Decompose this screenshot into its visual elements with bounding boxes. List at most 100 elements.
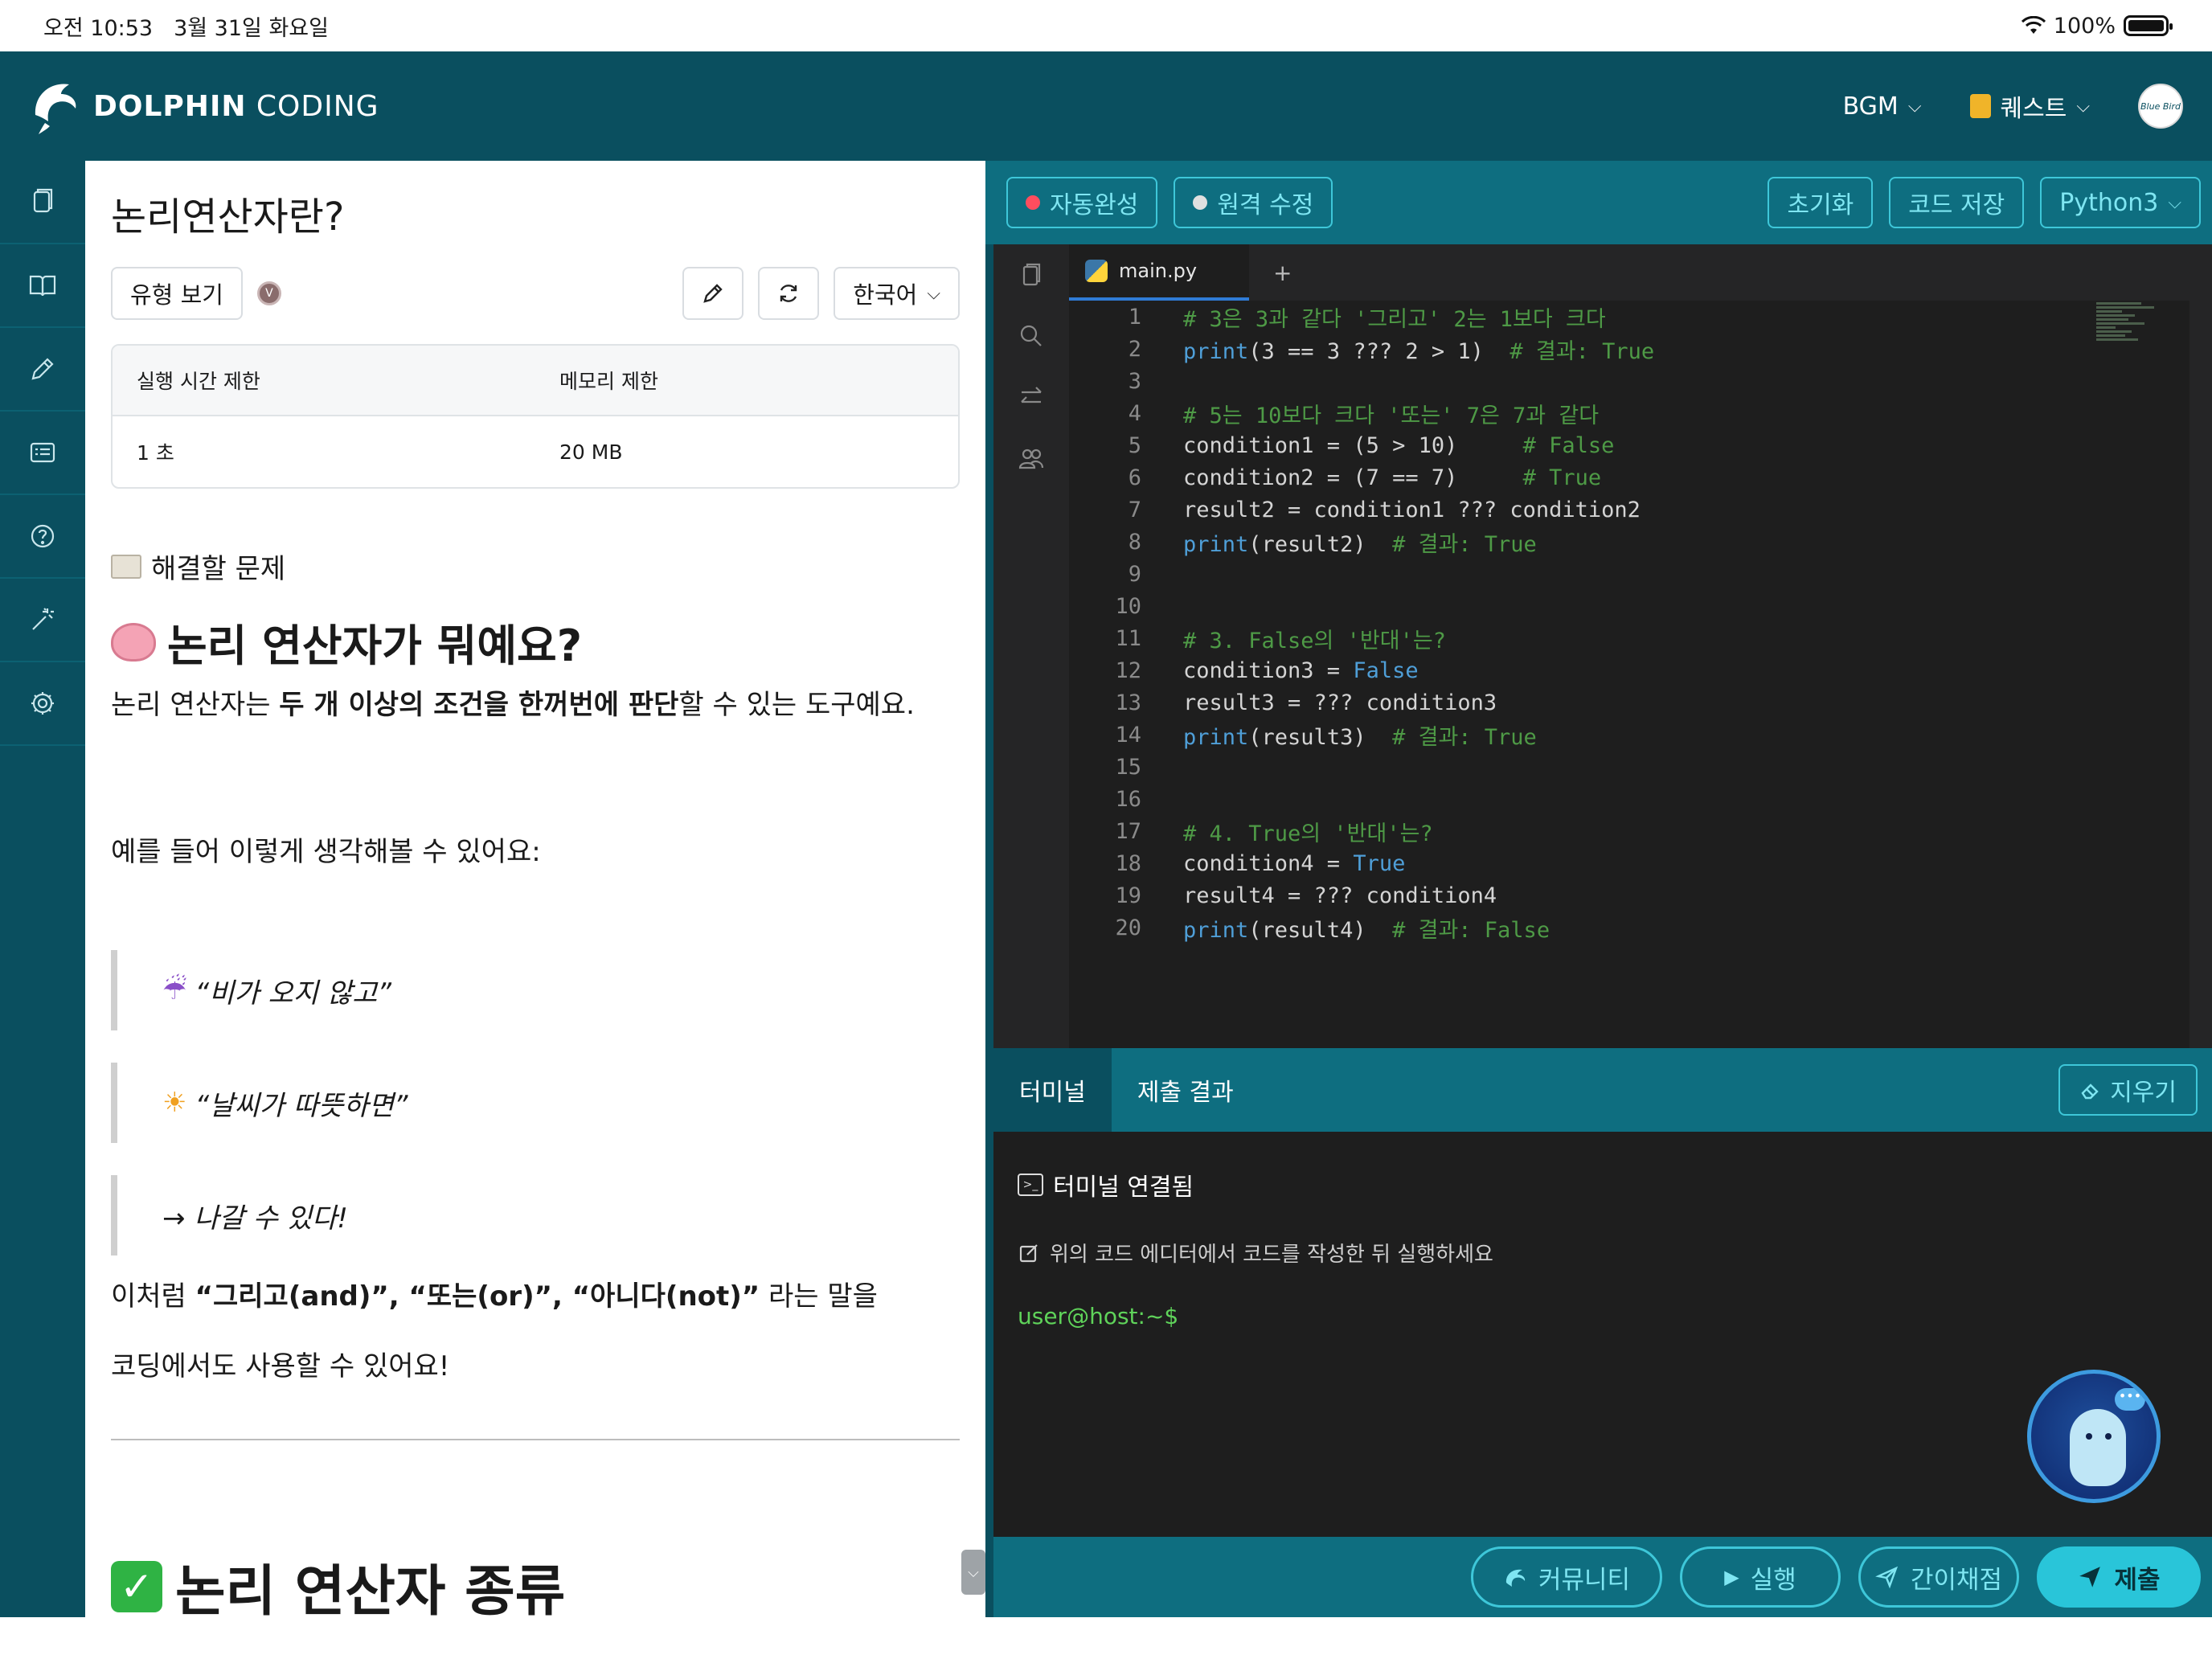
quote-rain: ☔ “비가 오지 않고” (111, 950, 960, 1030)
source-control-button[interactable] (993, 367, 1069, 428)
language-dropdown[interactable]: Python3 ⌵ (2040, 177, 2201, 228)
line-text: result2 = condition1 ??? condition2 (1183, 498, 1641, 522)
view-type-button[interactable]: 유형 보기 (111, 267, 243, 320)
reset-button[interactable]: 초기화 (1768, 177, 1874, 228)
code-lines[interactable]: 1 # 3은 3과 같다 '그리고' 2는 1보다 크다 2 print(3 == 3… (1069, 301, 2122, 1048)
terminal-prompt: user@host:~$ (1018, 1303, 1179, 1329)
line-number: 11 (1115, 625, 1141, 651)
brain-icon (111, 622, 156, 662)
code-line[interactable]: 8 print(result2) # 결과: True (1069, 526, 2122, 558)
rail-copy[interactable] (0, 161, 85, 244)
rail-book[interactable] (0, 244, 85, 328)
refresh-button[interactable] (758, 267, 820, 320)
umbrella-icon: ☔ (162, 974, 187, 1006)
scroll-icon (1969, 94, 1991, 118)
tab-main-py[interactable]: main.py (1069, 244, 1249, 301)
status-left: 오전 10:53 3월 31일 화요일 (43, 10, 329, 42)
tab-submit-results[interactable]: 제출 결과 (1112, 1048, 1260, 1132)
tab-terminal-label: 터미널 (1019, 1079, 1086, 1107)
code-token: # 4. True의 '반대'는? (1183, 821, 1433, 846)
code-token: result4 = ??? condition4 (1183, 883, 1497, 908)
line-text: condition3 = False (1183, 658, 1419, 683)
code-line[interactable]: 3 (1069, 365, 2122, 397)
tab-terminal[interactable]: 터미널 (993, 1048, 1112, 1132)
submit-button[interactable]: 제출 (2037, 1546, 2201, 1608)
code-line[interactable]: 5 condition1 = (5 > 10) # False (1069, 429, 2122, 461)
editor-area: 자동완성 원격 수정 초기화 코드 저장 Python3 ⌵ main.py +… (985, 161, 2212, 1617)
battery-icon (2124, 15, 2173, 36)
live-share-button[interactable] (993, 428, 1069, 489)
code-line[interactable]: 1 # 3은 3과 같다 '그리고' 2는 1보다 크다 (1069, 301, 2122, 333)
language-select[interactable]: 한국어 ⌵ (834, 267, 960, 320)
send-icon (2079, 1567, 2101, 1587)
mascot-chat-button[interactable]: ••• (2027, 1370, 2161, 1503)
line-number: 6 (1128, 465, 1141, 490)
code-line[interactable]: 6 condition2 = (7 == 7) # True (1069, 461, 2122, 494)
remote-edit-toggle[interactable]: 원격 수정 (1174, 177, 1333, 228)
autocomplete-toggle[interactable]: 자동완성 (1006, 177, 1158, 228)
mascot-eye (2086, 1433, 2092, 1440)
run-button[interactable]: ▶ 실행 (1680, 1546, 1841, 1608)
rail-pencil[interactable] (0, 328, 85, 412)
minimap[interactable] (2096, 301, 2161, 373)
code-line[interactable]: 14 print(result3) # 결과: True (1069, 719, 2122, 751)
community-button[interactable]: 커뮤니티 (1471, 1546, 1662, 1608)
terminal-connected-text: 터미널 연결됨 (1053, 1174, 1194, 1202)
code-line[interactable]: 9 (1069, 558, 2122, 590)
terminal-output[interactable]: >_ 터미널 연결됨 위의 코드 에디터에서 코드를 작성한 뒤 실행하세요 u… (993, 1132, 2212, 1537)
code-line[interactable]: 7 result2 = condition1 ??? condition2 (1069, 494, 2122, 526)
quest-label: 퀘스트 (2000, 95, 2067, 123)
terminal-tabs: 터미널 제출 결과 지우기 (993, 1048, 2212, 1132)
clear-button[interactable]: 지우기 (2058, 1064, 2198, 1116)
line-number: 9 (1128, 561, 1141, 587)
autocomplete-label: 자동완성 (1050, 191, 1139, 219)
app-root: 오전 10:53 3월 31일 화요일 100% DOLPHIN CODING … (0, 0, 2212, 1659)
rail-wand[interactable] (0, 579, 85, 662)
send-icon (1875, 1566, 1899, 1589)
level-badge-text: V (265, 287, 273, 300)
add-tab-button[interactable]: + (1249, 244, 1292, 301)
panel-scroll-handle[interactable]: ⌵ (961, 1550, 985, 1595)
avatar[interactable]: Blue Bird (2138, 84, 2183, 129)
quest-dropdown[interactable]: 퀘스트 ⌵ (1969, 88, 2090, 124)
users-icon (1018, 449, 1044, 469)
brand-logo[interactable]: DOLPHIN CODING (29, 76, 379, 136)
save-code-button[interactable]: 코드 저장 (1889, 177, 2025, 228)
status-right: 100% (2021, 14, 2173, 39)
editor-scrollbar[interactable] (2189, 301, 2212, 1048)
code-line[interactable]: 13 result3 = ??? condition3 (1069, 686, 2122, 719)
code-line[interactable]: 4 # 5는 10보다 크다 '또는' 7은 7과 같다 (1069, 397, 2122, 429)
rail-settings[interactable] (0, 662, 85, 746)
status-dot-icon (1026, 195, 1040, 210)
code-line[interactable]: 15 (1069, 751, 2122, 783)
check-icon: ✓ (111, 1560, 162, 1612)
rail-list[interactable] (0, 412, 85, 495)
summary-bold: “그리고(and)”, “또는(or)”, “아니다(not)” (195, 1280, 760, 1313)
quick-grade-button[interactable]: 간이채점 (1858, 1546, 2019, 1608)
rail-help[interactable] (0, 495, 85, 579)
terminal-connected: >_ 터미널 연결됨 (1018, 1167, 2188, 1202)
edit-button[interactable] (682, 267, 744, 320)
code-line[interactable]: 19 result4 = ??? condition4 (1069, 879, 2122, 911)
line-number: 4 (1128, 400, 1141, 426)
level-badge: V (256, 281, 281, 305)
code-line[interactable]: 11 # 3. False의 '반대'는? (1069, 622, 2122, 654)
list-icon (30, 442, 55, 463)
code-line[interactable]: 17 # 4. True의 '반대'는? (1069, 815, 2122, 847)
edit-icon (1019, 1243, 1038, 1262)
bgm-dropdown[interactable]: BGM ⌵ (1843, 92, 1922, 121)
code-line[interactable]: 20 print(result4) # 결과: False (1069, 911, 2122, 944)
terminal-hint-text: 위의 코드 에디터에서 코드를 작성한 뒤 실행하세요 (1050, 1243, 1493, 1267)
code-line[interactable]: 12 condition3 = False (1069, 654, 2122, 686)
code-line[interactable]: 16 (1069, 783, 2122, 815)
line-number: 13 (1115, 690, 1141, 715)
search-button[interactable] (993, 305, 1069, 367)
code-editor: main.py + 1 # 3은 3과 같다 '그리고' 2는 1보다 크다 2 pr… (993, 244, 2212, 1048)
memory-limit-value: 20 MB (559, 440, 623, 464)
code-line[interactable]: 18 condition4 = True (1069, 847, 2122, 879)
code-token: condition4 = (1183, 850, 1354, 876)
code-line[interactable]: 2 print(3 == 3 ??? 2 > 1) # 결과: True (1069, 333, 2122, 365)
code-line[interactable]: 10 (1069, 590, 2122, 622)
explorer-button[interactable] (993, 244, 1069, 305)
gear-icon (31, 692, 54, 715)
